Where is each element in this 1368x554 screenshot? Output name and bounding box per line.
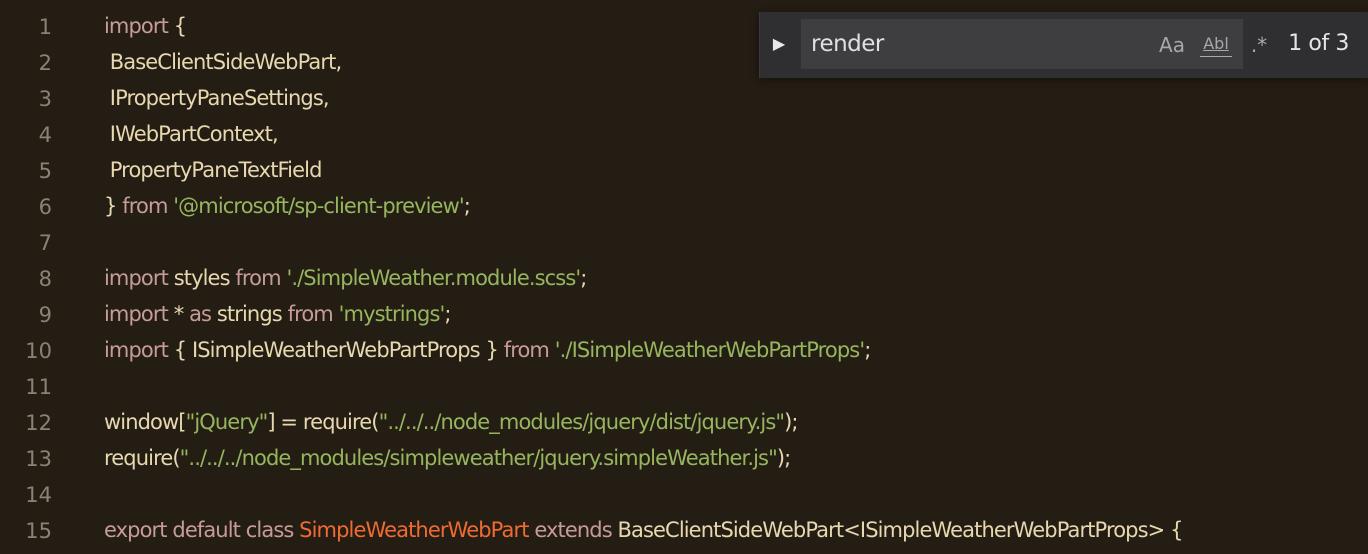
line-number: 2 [38, 51, 52, 75]
code-line[interactable]: 7 [0, 225, 1368, 261]
code-text: export default class SimpleWeatherWebPar… [104, 517, 1183, 543]
code-text: IWebPartContext, [104, 121, 279, 147]
line-number: 15 [25, 519, 52, 543]
code-token: from [503, 338, 550, 362]
code-line[interactable]: 8 import styles from './SimpleWeather.mod… [0, 261, 1368, 297]
match-case-icon[interactable]: Aa [1157, 32, 1187, 58]
line-number: 10 [25, 339, 52, 363]
line-number: 8 [38, 267, 52, 291]
code-token: import [104, 302, 169, 326]
code-token: './ISimpleWeatherWebPartProps' [549, 338, 865, 362]
match-count: 1 of 3 [1288, 31, 1349, 56]
code-line[interactable]: 12 window["jQuery"] = require("../../../n… [0, 405, 1368, 441]
code-line[interactable]: 13 require("../../../node_modules/simplew… [0, 441, 1368, 477]
code-token: * [167, 302, 190, 326]
code-token: "../../../node_modules/simpleweather/jqu… [179, 446, 778, 470]
code-token: "jQuery" [185, 410, 269, 434]
chevron-right-icon[interactable]: ▶ [768, 30, 790, 58]
code-text: require("../../../node_modules/simplewea… [104, 445, 791, 471]
code-token: ); [776, 446, 791, 470]
code-token: window[ [104, 410, 186, 434]
line-number: 5 [38, 159, 52, 183]
code-token: export default class [104, 518, 300, 542]
line-number: 13 [25, 447, 52, 471]
code-line[interactable]: 5 PropertyPaneTextField [0, 153, 1368, 189]
code-text: import { [104, 13, 187, 39]
code-text: BaseClientSideWebPart, [104, 49, 342, 75]
code-token: ; [444, 302, 451, 326]
code-text: import { ISimpleWeatherWebPartProps } fr… [104, 337, 871, 363]
code-token: strings [211, 302, 288, 326]
line-number: 14 [25, 483, 52, 507]
code-line[interactable]: 11 [0, 369, 1368, 405]
code-token: IPropertyPaneSettings, [104, 86, 330, 110]
code-token: BaseClientSideWebPart<ISimpleWeatherWebP… [617, 518, 1184, 542]
code-line[interactable]: 3 IPropertyPaneSettings, [0, 81, 1368, 117]
code-token: { [167, 14, 187, 38]
code-token: extends [528, 518, 618, 542]
code-text: import * as strings from 'mystrings'; [104, 301, 452, 327]
code-token: import [104, 14, 169, 38]
code-text: import styles from './SimpleWeather.modu… [104, 265, 587, 291]
find-input[interactable] [811, 28, 1101, 60]
code-token: "../../../node_modules/jquery/dist/jquer… [378, 410, 785, 434]
line-number: 11 [25, 375, 52, 399]
code-token: import [104, 266, 169, 290]
find-input-container[interactable]: Aa Abl .* [801, 19, 1267, 69]
code-text: } from '@microsoft/sp-client-preview'; [104, 193, 471, 219]
code-token: './SimpleWeather.module.scss' [280, 266, 581, 290]
code-text: PropertyPaneTextField [104, 157, 323, 183]
code-token: ; [864, 338, 871, 362]
line-number: 1 [38, 15, 52, 39]
code-line[interactable]: 6} from '@microsoft/sp-client-preview'; [0, 189, 1368, 225]
regex-icon[interactable]: .* [1247, 32, 1271, 58]
code-token: ; [580, 266, 587, 290]
code-editor[interactable]: 1 import {2 BaseClientSideWebPart, 3 IProp… [0, 0, 1368, 554]
code-line[interactable]: 14 [0, 477, 1368, 513]
line-number: 7 [38, 231, 52, 255]
whole-word-icon[interactable]: Abl [1200, 32, 1232, 57]
code-token: import [104, 338, 169, 362]
code-token: { ISimpleWeatherWebPartProps } [167, 338, 504, 362]
code-line[interactable]: 4 IWebPartContext, [0, 117, 1368, 153]
line-number: 6 [38, 195, 52, 219]
code-token: require( [104, 446, 181, 470]
code-token: IWebPartContext, [104, 122, 279, 146]
code-text: window["jQuery"] = require("../../../nod… [104, 409, 799, 435]
code-token: } [104, 194, 123, 218]
code-token: '@microsoft/sp-client-preview' [167, 194, 464, 218]
code-token: ; [463, 194, 471, 218]
line-number: 9 [38, 303, 52, 327]
code-token: as [189, 302, 212, 326]
code-token: ); [784, 410, 798, 434]
code-token: 'mystrings' [332, 302, 446, 326]
code-token: BaseClientSideWebPart, [104, 50, 342, 74]
code-line[interactable]: 10 import { ISimpleWeatherWebPartProps } … [0, 333, 1368, 369]
code-line[interactable]: 9 import * as strings from 'mystrings'; [0, 297, 1368, 333]
line-number: 3 [38, 87, 52, 111]
code-token: ] = require( [267, 410, 379, 434]
find-widget: ▶ Aa Abl .* 1 of 3 [759, 12, 1368, 78]
code-token: from [122, 194, 168, 218]
code-token: SimpleWeatherWebPart [299, 518, 529, 542]
code-text: IPropertyPaneSettings, [104, 85, 330, 111]
code-line[interactable]: 15 export default class SimpleWeatherWebP… [0, 513, 1368, 549]
code-token: from [235, 266, 281, 290]
line-number: 12 [25, 411, 52, 435]
code-token: styles [167, 266, 236, 290]
line-number: 4 [38, 123, 52, 147]
code-token: PropertyPaneTextField [104, 158, 323, 182]
code-token: from [287, 302, 334, 326]
